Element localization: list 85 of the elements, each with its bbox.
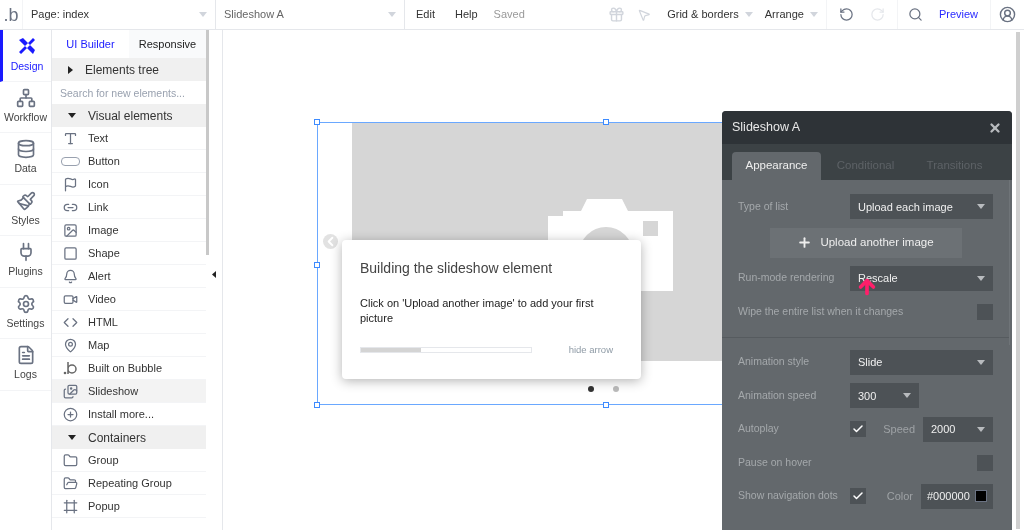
brush-icon — [15, 190, 36, 211]
editor-tab[interactable]: Appearance — [732, 152, 821, 180]
field-label: Pause on hover — [738, 454, 813, 470]
field-label: Autoplay — [738, 421, 780, 437]
saved-status: Saved — [493, 7, 525, 23]
caret-icon — [744, 12, 753, 17]
tree-header[interactable]: Elements tree — [52, 58, 206, 81]
caret-icon — [199, 12, 207, 17]
bell-icon — [62, 268, 78, 284]
nav-item[interactable]: Styles — [0, 184, 51, 236]
field-label: Type of list — [738, 198, 790, 214]
frame-icon — [62, 498, 78, 514]
dropdown[interactable]: Upload each image — [850, 194, 993, 220]
menu-item[interactable]: Help — [454, 6, 478, 23]
page-select[interactable]: Page: index — [22, 0, 215, 29]
field-label: Animation speed — [738, 387, 818, 403]
plus-icon — [797, 235, 813, 250]
caret-icon — [68, 435, 76, 440]
square-icon — [62, 245, 78, 261]
logo-icon — [63, 361, 77, 375]
field-label: Wipe the entire list when it changes — [738, 303, 904, 319]
dropdown[interactable]: Slide — [850, 349, 993, 375]
field-label: Run-mode rendering — [738, 270, 836, 286]
handle[interactable] — [603, 119, 609, 125]
handle[interactable] — [314, 402, 320, 408]
caret-icon — [68, 113, 76, 118]
checkbox[interactable] — [850, 488, 866, 505]
caret-icon — [977, 204, 985, 210]
handle[interactable] — [314, 119, 320, 125]
text-icon — [62, 130, 78, 146]
search-field[interactable]: Search for new elements... — [52, 81, 206, 104]
field-label: Color — [886, 489, 913, 504]
tooltip-title: Building the slideshow element — [360, 259, 554, 278]
nav-item[interactable]: Plugins — [0, 236, 51, 288]
sitemap-icon — [15, 87, 36, 108]
folder-icon — [62, 452, 78, 468]
avatar-icon[interactable] — [999, 6, 1016, 23]
caret-icon — [977, 359, 985, 365]
database-icon — [15, 139, 36, 160]
section-header[interactable]: Containers — [52, 426, 206, 449]
arrange-menu[interactable]: Arrange — [764, 6, 818, 23]
plus-circle-icon — [62, 406, 78, 422]
element-select[interactable]: Slideshow A — [215, 0, 404, 29]
map-pin-icon — [62, 337, 78, 353]
checkbox[interactable] — [850, 421, 866, 438]
scrollbar[interactable] — [205, 30, 209, 255]
nav-item[interactable]: Data — [0, 133, 51, 185]
caret-icon — [68, 65, 73, 74]
handle[interactable] — [314, 262, 320, 268]
caret-icon — [809, 12, 818, 17]
collapse-arrow-icon[interactable] — [212, 271, 216, 278]
caret-icon — [903, 393, 911, 399]
nav-item[interactable]: Logs — [0, 339, 51, 391]
button-icon — [60, 156, 80, 166]
dropdown[interactable]: 2000 — [923, 416, 993, 442]
scrollbar[interactable] — [1016, 32, 1020, 529]
caret-icon — [388, 12, 396, 17]
field-label: Speed — [883, 422, 915, 437]
undo-icon[interactable] — [838, 7, 854, 22]
editor-title: Slideshow A — [732, 119, 801, 137]
panel-tab[interactable]: Responsive — [129, 30, 206, 58]
tooltip-text: Click on 'Upload another image' to add your first picture — [360, 296, 595, 326]
section-header[interactable]: Visual elements — [52, 104, 206, 127]
search-icon[interactable] — [907, 7, 923, 22]
caret-icon — [977, 275, 985, 281]
gear-icon — [15, 293, 36, 314]
dropdown[interactable]: 300 — [850, 383, 919, 409]
nav-item[interactable]: Workflow — [0, 81, 51, 133]
image-icon — [62, 222, 78, 238]
menu-item[interactable]: Edit — [416, 6, 435, 23]
upload-button[interactable]: Upload another image — [769, 227, 962, 258]
handle[interactable] — [603, 402, 609, 408]
field-label: Show navigation dots — [738, 488, 839, 504]
nav-item[interactable]: Settings — [0, 287, 51, 339]
grid-menu[interactable]: Grid & borders — [667, 6, 753, 23]
field-label: Animation style — [738, 354, 811, 370]
element-item[interactable]: Slideshow — [52, 380, 206, 403]
flag-icon — [62, 176, 78, 192]
folders-icon — [62, 475, 78, 491]
color-field[interactable]: #000000 — [921, 483, 993, 509]
close-icon[interactable] — [988, 120, 1002, 135]
images-icon — [62, 383, 78, 399]
caret-icon — [977, 426, 985, 432]
preview-link[interactable]: Preview — [938, 6, 978, 23]
logo: .b — [2, 5, 20, 24]
